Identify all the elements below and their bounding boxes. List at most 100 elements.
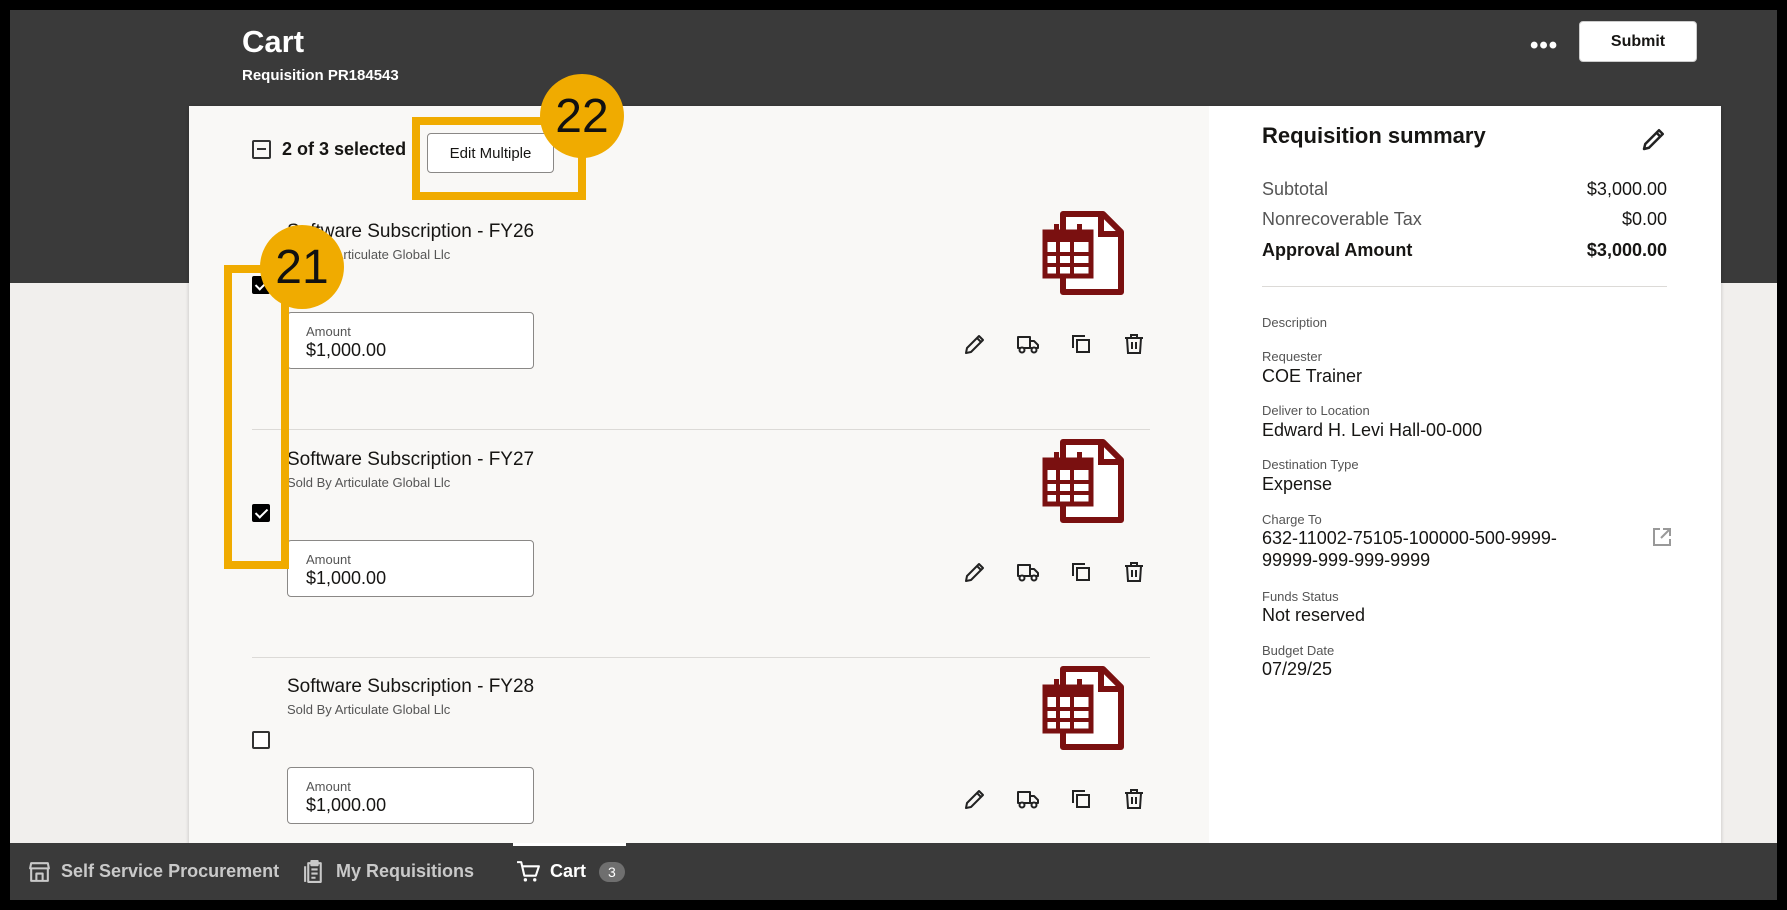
duplicate-button[interactable] — [1064, 555, 1098, 589]
line-actions — [958, 782, 1151, 816]
edit-line-button[interactable] — [958, 555, 992, 589]
pencil-icon — [965, 335, 984, 354]
amount-value: $1,000.00 — [306, 340, 387, 360]
amount-label: Amount — [306, 324, 351, 339]
item-title[interactable]: Software Subscription - FY28 — [287, 676, 534, 698]
subscription-document-icon — [1042, 211, 1124, 295]
selection-summary: 2 of 3 selected — [252, 139, 406, 160]
duplicate-button[interactable] — [1064, 782, 1098, 816]
trash-icon — [1125, 334, 1143, 354]
page-title: Cart — [242, 24, 305, 59]
budget-date-value: 07/29/25 — [1262, 659, 1333, 679]
cart-line: Software Subscription - FY27 Sold By Art… — [252, 431, 1150, 658]
truck-icon — [1017, 336, 1039, 354]
nav-my-requisitions[interactable]: My Requisitions — [302, 843, 474, 900]
charge-to-line1: 632-11002-75105-100000-500-9999- — [1262, 528, 1557, 548]
item-seller: Sold By Articulate Global Llc — [287, 475, 451, 490]
description-label: Description — [1262, 315, 1328, 330]
nav-self-service-procurement[interactable]: Self Service Procurement — [27, 843, 279, 900]
delivery-button[interactable] — [1011, 327, 1045, 361]
pencil-icon — [965, 563, 984, 582]
line-checkbox[interactable] — [252, 504, 270, 522]
cart-count-badge: 3 — [599, 861, 625, 882]
item-title[interactable]: Software Subscription - FY27 — [287, 449, 534, 471]
delete-button[interactable] — [1117, 782, 1151, 816]
pencil-icon — [965, 790, 984, 809]
line-actions — [958, 327, 1151, 361]
subscription-document-icon — [1042, 439, 1124, 523]
approval-value: $3,000.00 — [1586, 240, 1667, 260]
funds-status-value: Not reserved — [1262, 605, 1366, 625]
subtotal-value: $3,000.00 — [1586, 179, 1667, 199]
copy-icon — [1072, 563, 1090, 581]
requisition-number: Requisition PR184543 — [242, 67, 399, 84]
approval-amount-row: Approval Amount $3,000.00 — [1262, 240, 1667, 261]
requester-label: Requester — [1262, 349, 1322, 364]
amount-field[interactable]: Amount $1,000.00 — [287, 312, 534, 369]
line-checkbox[interactable] — [252, 276, 270, 294]
amount-value: $1,000.00 — [306, 795, 387, 815]
copy-icon — [1072, 790, 1090, 808]
destination-type-value: Expense — [1262, 474, 1333, 494]
item-seller: Sold By Articulate Global Llc — [287, 702, 451, 717]
cart-lines-pane: 2 of 3 selected Edit Multiple Software S… — [189, 106, 1209, 850]
amount-value: $1,000.00 — [306, 568, 387, 588]
funds-status-label: Funds Status — [1262, 589, 1339, 604]
edit-multiple-button[interactable]: Edit Multiple — [427, 133, 554, 173]
external-link-icon[interactable] — [1650, 525, 1674, 549]
cart-card: 2 of 3 selected Edit Multiple Software S… — [189, 106, 1721, 850]
trash-icon — [1125, 562, 1143, 582]
requisition-summary-pane: Requisition summary Subtotal $3,000.00 N… — [1209, 106, 1721, 850]
approval-label: Approval Amount — [1262, 240, 1413, 260]
line-actions — [958, 555, 1151, 589]
tax-value: $0.00 — [1621, 209, 1667, 229]
duplicate-button[interactable] — [1064, 327, 1098, 361]
delivery-button[interactable] — [1011, 782, 1045, 816]
amount-label: Amount — [306, 779, 351, 794]
trash-icon — [1125, 789, 1143, 809]
delivery-button[interactable] — [1011, 555, 1045, 589]
deliver-to-label: Deliver to Location — [1262, 403, 1370, 418]
submit-button[interactable]: Submit — [1579, 21, 1697, 62]
bottom-navigation: Self Service Procurement My Requisitions… — [10, 843, 1777, 900]
truck-icon — [1017, 791, 1039, 809]
summary-title: Requisition summary — [1262, 123, 1486, 148]
charge-to-line2: 99999-999-999-9999 — [1262, 550, 1431, 570]
edit-line-button[interactable] — [958, 782, 992, 816]
amount-field[interactable]: Amount $1,000.00 — [287, 540, 534, 597]
budget-date-label: Budget Date — [1262, 643, 1335, 658]
nav-cart[interactable]: Cart 3 — [513, 843, 626, 900]
nav-label: Self Service Procurement — [61, 861, 280, 881]
store-icon — [29, 862, 50, 882]
edit-summary-pencil-icon[interactable] — [1639, 124, 1669, 154]
cart-icon — [517, 861, 540, 882]
nav-label: Cart — [550, 861, 587, 881]
tax-label: Nonrecoverable Tax — [1262, 209, 1422, 229]
amount-label: Amount — [306, 552, 351, 567]
item-seller: Sold By Articulate Global Llc — [287, 247, 451, 262]
line-checkbox[interactable] — [252, 731, 270, 749]
more-actions-button[interactable]: ••• — [1530, 32, 1558, 60]
selection-count-label: 2 of 3 selected — [282, 139, 407, 159]
requester-value: COE Trainer — [1262, 366, 1363, 386]
delete-button[interactable] — [1117, 327, 1151, 361]
destination-type-label: Destination Type — [1262, 457, 1359, 472]
deliver-to-value: Edward H. Levi Hall-00-000 — [1262, 420, 1483, 440]
select-all-checkbox[interactable] — [252, 140, 271, 159]
delete-button[interactable] — [1117, 555, 1151, 589]
clipboard-icon — [304, 860, 322, 883]
amount-field[interactable]: Amount $1,000.00 — [287, 767, 534, 824]
cart-line: Software Subscription - FY26 Sold By Art… — [252, 203, 1150, 430]
summary-divider — [1262, 286, 1667, 287]
charge-to-label: Charge To — [1262, 512, 1322, 527]
item-title[interactable]: Software Subscription - FY26 — [287, 221, 534, 243]
edit-line-button[interactable] — [958, 327, 992, 361]
nav-label: My Requisitions — [336, 861, 475, 881]
tax-row: Nonrecoverable Tax $0.00 — [1262, 209, 1667, 230]
app-frame: Cart Requisition PR184543 ••• Submit 2 o… — [10, 10, 1777, 900]
subtotal-row: Subtotal $3,000.00 — [1262, 179, 1667, 200]
subscription-document-icon — [1042, 666, 1124, 750]
subtotal-label: Subtotal — [1262, 179, 1329, 199]
copy-icon — [1072, 335, 1090, 353]
truck-icon — [1017, 564, 1039, 582]
